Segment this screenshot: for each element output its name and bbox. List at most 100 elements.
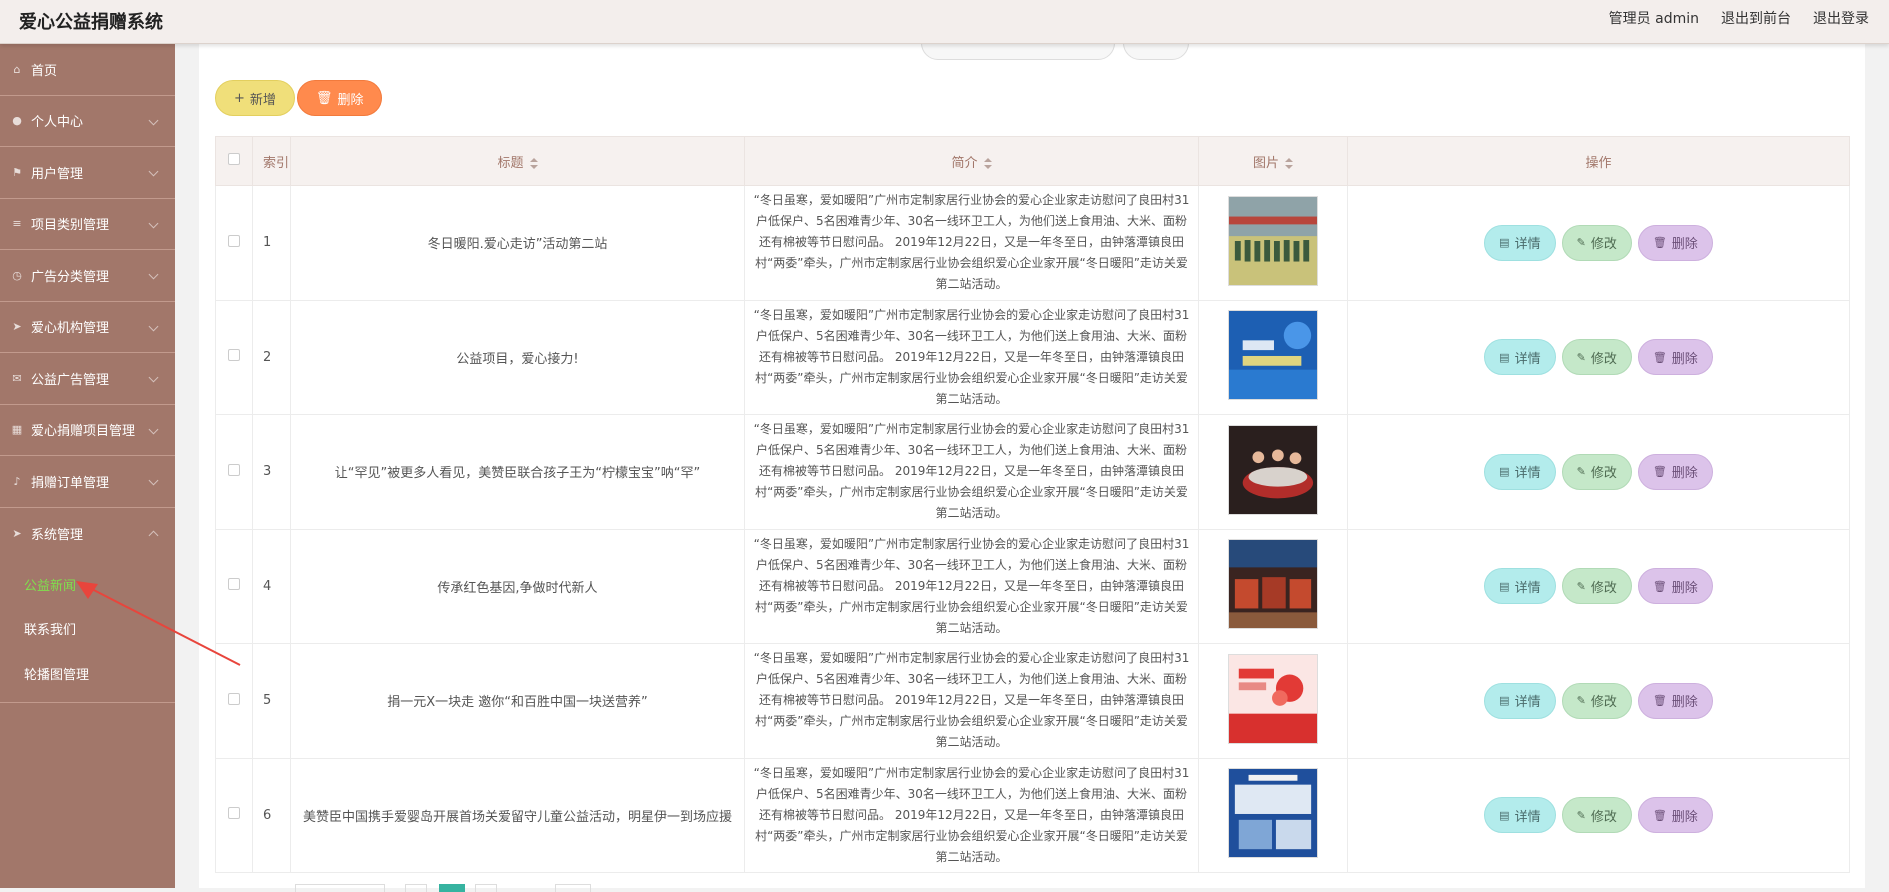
detail-button[interactable]: ▤ 详情 — [1484, 797, 1556, 834]
edit-label: 修改 — [1590, 466, 1617, 482]
row-select-cell[interactable] — [215, 299, 253, 415]
select-all-checkbox[interactable] — [228, 153, 240, 165]
column-header-title-label: 标题 — [497, 155, 524, 171]
sidebar-item-charity-org[interactable]: ➤ 爱心机构管理 — [0, 302, 175, 353]
edit-button[interactable]: ✎ 修改 — [1561, 339, 1632, 376]
row-intro-cell: “冬日虽寒，爱如暖阳”广州市定制家居行业协会的爱心企业家走访慰问了良田村31户低… — [744, 185, 1199, 301]
row-thumbnail[interactable] — [1228, 310, 1318, 401]
row-select-cell[interactable] — [215, 757, 253, 873]
column-header-title[interactable]: 标题 — [290, 136, 745, 186]
sidebar-item-donation-order[interactable]: ♪ 捐赠订单管理 — [0, 456, 175, 508]
current-page-button[interactable] — [439, 884, 465, 892]
row-select-cell[interactable] — [215, 414, 253, 530]
detail-button[interactable]: ▤ 详情 — [1484, 682, 1556, 719]
batch-delete-button[interactable]: 🗑 删除 — [296, 80, 383, 116]
row-select-cell[interactable] — [215, 528, 253, 644]
column-header-intro[interactable]: 简介 — [744, 136, 1199, 186]
edit-button[interactable]: ✎ 修改 — [1561, 568, 1632, 605]
detail-button[interactable]: ▤ 详情 — [1484, 568, 1556, 605]
sidebar-item-label: 捐赠订单管理 — [31, 475, 110, 491]
app-title: 爱心公益捐赠系统 — [19, 12, 163, 33]
sidebar-subitem-news[interactable]: 公益新闻 — [0, 562, 175, 607]
delete-label: 删除 — [1671, 695, 1698, 711]
next-page-button[interactable] — [475, 884, 497, 892]
table-row: 4 传承红色基因,争做时代新人 “冬日虽寒，爱如暖阳”广州市定制家居行业协会的爱… — [215, 528, 1850, 644]
trash-icon: 🗑 — [1652, 236, 1667, 250]
pencil-icon: ✎ — [1576, 808, 1586, 822]
row-checkbox[interactable] — [228, 234, 240, 247]
row-select-cell[interactable] — [215, 185, 253, 301]
row-checkbox[interactable] — [228, 807, 240, 820]
sidebar-item-user-management[interactable]: ⚑ 用户管理 — [0, 147, 175, 199]
row-checkbox[interactable] — [228, 578, 240, 591]
page-size-select[interactable] — [295, 884, 385, 892]
row-image-cell — [1198, 528, 1348, 644]
delete-button[interactable]: 🗑 删除 — [1637, 224, 1713, 261]
delete-label: 删除 — [1671, 466, 1698, 482]
toolbar: + 新增 🗑 删除 — [215, 80, 383, 116]
sidebar-item-home[interactable]: ⌂ 首页 — [0, 44, 175, 96]
row-title: 让“罕见”被更多人看见，美赞臣联合孩子王为“柠檬宝宝”呐“罕” — [290, 414, 745, 530]
batch-delete-label: 删除 — [337, 92, 364, 108]
sidebar-subitem-contact[interactable]: 联系我们 — [0, 607, 175, 652]
row-thumbnail[interactable] — [1228, 653, 1318, 744]
sidebar-item-system[interactable]: ➤ 系统管理 — [0, 508, 175, 560]
row-index: 1 — [252, 185, 291, 301]
detail-button[interactable]: ▤ 详情 — [1484, 339, 1556, 376]
document-icon: ▤ — [1499, 808, 1510, 822]
delete-button[interactable]: 🗑 删除 — [1637, 568, 1713, 605]
add-button[interactable]: + 新增 — [215, 80, 295, 116]
row-thumbnail[interactable] — [1228, 539, 1318, 630]
delete-button[interactable]: 🗑 删除 — [1637, 453, 1713, 490]
column-header-image[interactable]: 图片 — [1198, 136, 1348, 186]
row-checkbox[interactable] — [228, 349, 240, 362]
sort-icon[interactable] — [1285, 157, 1293, 169]
prev-page-button[interactable] — [405, 884, 427, 892]
row-checkbox[interactable] — [228, 692, 240, 705]
row-checkbox[interactable] — [228, 463, 240, 476]
row-title: 捐一元X一块走 邀你“和百胜中国一块送营养” — [290, 643, 745, 759]
delete-button[interactable]: 🗑 删除 — [1637, 682, 1713, 719]
mail-icon: ✉ — [12, 371, 22, 385]
sort-icon[interactable] — [983, 157, 992, 169]
edit-button[interactable]: ✎ 修改 — [1561, 797, 1632, 834]
edit-label: 修改 — [1590, 809, 1617, 825]
delete-button[interactable]: 🗑 删除 — [1637, 339, 1713, 376]
row-intro: “冬日虽寒，爱如暖阳”广州市定制家居行业协会的爱心企业家走访慰问了良田村31户低… — [753, 765, 1190, 864]
edit-button[interactable]: ✎ 修改 — [1561, 682, 1632, 719]
sidebar-item-public-ad[interactable]: ✉ 公益广告管理 — [0, 353, 175, 405]
sidebar: ⌂ 首页 ● 个人中心 ⚑ 用户管理 ≡ 项目类别管理 ◷ 广告分类管理 ➤ 爱… — [0, 44, 175, 888]
detail-label: 详情 — [1514, 809, 1541, 825]
edit-button[interactable]: ✎ 修改 — [1561, 453, 1632, 490]
row-intro: “冬日虽寒，爱如暖阳”广州市定制家居行业协会的爱心企业家走访慰问了良田村31户低… — [753, 651, 1190, 750]
add-button-label: 新增 — [249, 92, 276, 108]
sidebar-item-project-category[interactable]: ≡ 项目类别管理 — [0, 199, 175, 250]
sidebar-item-donation-project[interactable]: ▦ 爱心捐赠项目管理 — [0, 405, 175, 456]
sidebar-item-ad-category[interactable]: ◷ 广告分类管理 — [0, 250, 175, 302]
sort-icon[interactable] — [529, 157, 538, 169]
delete-button[interactable]: 🗑 删除 — [1637, 797, 1713, 834]
top-links: 管理员 admin 退出到前台 退出登录 — [1609, 8, 1869, 28]
pencil-icon: ✎ — [1576, 236, 1586, 250]
select-all-cell[interactable] — [215, 136, 253, 186]
sidebar-subitem-carousel[interactable]: 轮播图管理 — [0, 651, 175, 696]
send-icon: ➤ — [12, 320, 22, 334]
goto-page-input[interactable] — [555, 884, 591, 892]
detail-button[interactable]: ▤ 详情 — [1484, 453, 1556, 490]
sidebar-item-personal-center[interactable]: ● 个人中心 — [0, 96, 175, 147]
trash-icon: 🗑 — [315, 90, 333, 106]
row-thumbnail[interactable] — [1228, 424, 1318, 515]
admin-label: 管理员 admin — [1608, 11, 1699, 27]
exit-to-front-link[interactable]: 退出到前台 — [1721, 8, 1791, 28]
row-thumbnail[interactable] — [1228, 195, 1318, 286]
delete-label: 删除 — [1671, 237, 1698, 253]
row-select-cell[interactable] — [215, 643, 253, 759]
detail-label: 详情 — [1514, 466, 1541, 482]
row-image-cell — [1198, 185, 1348, 301]
row-index: 2 — [252, 299, 291, 415]
edit-button[interactable]: ✎ 修改 — [1561, 224, 1632, 261]
detail-button[interactable]: ▤ 详情 — [1484, 224, 1556, 261]
chevron-down-icon — [148, 424, 159, 435]
logout-link[interactable]: 退出登录 — [1813, 8, 1869, 28]
row-thumbnail[interactable] — [1228, 768, 1318, 859]
